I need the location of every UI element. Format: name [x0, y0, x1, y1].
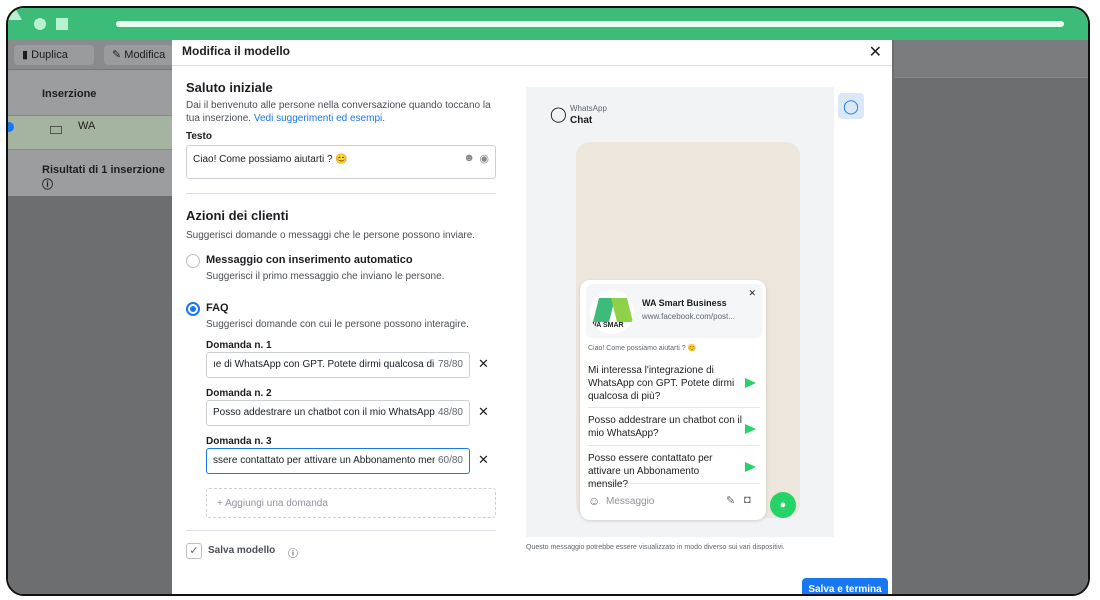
section-divider [186, 530, 496, 531]
greeting-heading: Saluto iniziale [186, 80, 273, 95]
microphone-icon[interactable]: ● [770, 492, 796, 518]
auto-message-option[interactable]: Messaggio con inserimento automatico Sug… [186, 252, 496, 300]
remove-question-3-icon[interactable]: ✕ [478, 452, 489, 468]
table-header: Inserzione [8, 70, 173, 116]
edit-template-modal: Modifica il modello ✕ Saluto iniziale Da… [172, 40, 892, 594]
table-totals-row: Risultati di 1 inserzione ⓘ [42, 164, 165, 191]
whatsapp-preview: ◯ WhatsApp Chat ◯ WA SMAR WA Smart Busin… [526, 87, 864, 537]
emoji-icon[interactable]: ☻ [463, 152, 475, 164]
greeting-text-field[interactable]: Ciao! Come possiamo aiutarti ? 😊 ☻ ◉ [186, 145, 496, 179]
personalize-icon[interactable]: ◉ [479, 152, 489, 165]
close-icon[interactable]: ✕ [869, 42, 882, 62]
message-input[interactable]: Messaggio [606, 496, 654, 507]
remove-question-2-icon[interactable]: ✕ [478, 404, 489, 420]
save-template-option[interactable]: ✓ Salva modello ⓘ [186, 543, 496, 567]
preview-question[interactable]: Posso addestrare un chatbot con il mio W… [588, 414, 760, 446]
app-window: ▮ Duplica ▾ ✎ Modifica Inserzione WA Ris… [6, 6, 1090, 596]
question-3-input[interactable]: ssere contattato per attivare un Abbonam… [206, 448, 470, 474]
bg-right-header [894, 40, 1088, 78]
faq-radio[interactable] [186, 302, 200, 316]
copy-icon: ▮ [22, 49, 29, 61]
question-1-input[interactable]: ıe di WhatsApp con GPT. Potete dirmi qua… [206, 352, 470, 378]
form-panel: Saluto iniziale Dai il benvenuto alle pe… [186, 80, 496, 567]
window-triangle-icon[interactable] [8, 8, 22, 20]
phone-mockup: WA SMAR WA Smart Business www.facebook.c… [576, 142, 800, 520]
chat-card: WA SMAR WA Smart Business www.facebook.c… [580, 280, 766, 520]
save-and-finish-button[interactable]: Salva e termina [802, 578, 888, 594]
title-bar [8, 8, 1088, 40]
send-icon [745, 378, 756, 388]
send-icon [745, 462, 756, 472]
section-divider [186, 193, 496, 194]
emoji-icon[interactable]: ☺ [588, 494, 600, 508]
business-logo: WA SMAR [590, 290, 634, 334]
info-icon: ⓘ [288, 549, 298, 560]
preview-question[interactable]: Mi interessa l'integrazione di WhatsApp … [588, 364, 760, 408]
question-2-input[interactable]: Posso addestrare un chatbot con il mio W… [206, 400, 470, 426]
remove-question-1-icon[interactable]: ✕ [478, 356, 489, 372]
modal-header: Modifica il modello ✕ [172, 40, 892, 66]
business-header: WA SMAR WA Smart Business www.facebook.c… [586, 284, 762, 338]
address-bar[interactable] [116, 21, 1064, 27]
preview-disclaimer: Questo messaggio potrebbe essere visuali… [526, 544, 785, 551]
checkbox[interactable] [50, 126, 62, 134]
actions-description: Suggerisci domande o messaggi che le per… [186, 230, 476, 241]
bg-toolbar: ▮ Duplica ▾ ✎ Modifica [8, 40, 174, 81]
preview-question[interactable]: Posso essere contattato per attivare un … [588, 452, 760, 490]
edit-button[interactable]: ✎ Modifica [104, 45, 174, 65]
checkmark-icon[interactable]: ✓ [186, 543, 202, 559]
camera-icon[interactable]: ◘ [744, 494, 751, 506]
modal-title: Modifica il modello [182, 44, 291, 58]
close-icon[interactable]: ✕ [748, 288, 756, 299]
status-dot-icon [8, 122, 14, 132]
table-row[interactable]: WA [8, 116, 173, 150]
faq-option[interactable]: FAQ Suggerisci domande con cui le person… [186, 300, 496, 340]
add-question-button[interactable]: + Aggiungi una domanda [206, 488, 496, 518]
send-icon [745, 424, 756, 434]
duplicate-button[interactable]: ▮ Duplica ▾ [14, 45, 94, 81]
greeting-description: Dai il benvenuto alle persone nella conv… [186, 100, 491, 124]
whatsapp-platform-icon[interactable]: ◯ [838, 93, 864, 119]
ads-table: Inserzione WA Risultati di 1 inserzione … [8, 70, 173, 196]
actions-heading: Azioni dei clienti [186, 208, 289, 223]
text-label: Testo [186, 131, 212, 142]
pencil-icon: ✎ [112, 49, 122, 61]
suggestions-link[interactable]: Vedi suggerimenti ed esempi. [254, 113, 385, 124]
auto-message-radio[interactable] [186, 254, 200, 268]
faq-questions: Domanda n. 1 ıe di WhatsApp con GPT. Pot… [186, 340, 496, 488]
attach-icon[interactable]: ✎ [726, 494, 735, 507]
info-icon: ⓘ [42, 179, 53, 191]
whatsapp-icon: ◯ [550, 106, 567, 123]
window-square-icon[interactable] [56, 18, 68, 30]
window-circle-icon[interactable] [34, 18, 46, 30]
